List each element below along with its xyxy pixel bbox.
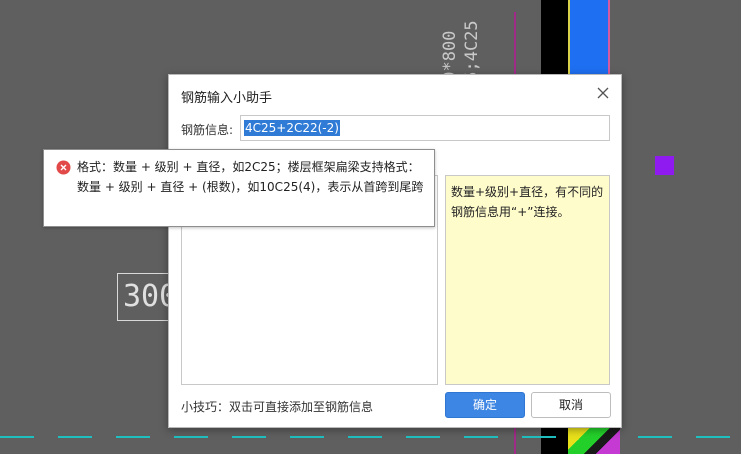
cancel-button[interactable]: 取消: [531, 392, 611, 418]
cad-dimension-box: 300: [117, 273, 171, 321]
close-icon[interactable]: [595, 85, 611, 101]
format-hint-text: 数量+级别+直径，有不同的钢筋信息用“+”连接。: [451, 185, 604, 219]
cad-purple-marker: [655, 156, 674, 175]
error-icon: [56, 160, 71, 175]
cad-hatch-corner: [568, 426, 620, 454]
rebar-input-dialog: 钢筋输入小助手 钢筋信息: 4C25+2C22(-2) 数量+级别+直径，有不同…: [168, 74, 622, 428]
ok-button[interactable]: 确定: [445, 392, 525, 418]
error-message: 格式：数量 + 级别 + 直径，如2C25；楼层框架扁梁支持格式：数量 + 级别…: [77, 160, 424, 194]
cad-dimension-text: 300: [123, 279, 170, 314]
cad-dashed-axis: [0, 436, 741, 438]
double-click-tip: 小技巧：双击可直接添加至钢筋信息: [181, 400, 374, 414]
format-error-tooltip: 格式：数量 + 级别 + 直径，如2C25；楼层框架扁梁支持格式：数量 + 级别…: [43, 134, 435, 227]
rebar-info-input[interactable]: 4C25+2C22(-2): [240, 115, 610, 141]
rebar-info-label: 钢筋信息:: [181, 123, 234, 137]
format-hint-panel: 数量+级别+直径，有不同的钢筋信息用“+”连接。: [445, 175, 610, 385]
rebar-info-value[interactable]: 4C25+2C22(-2): [244, 120, 340, 136]
cad-canvas[interactable]: 00*800 25;4C25 300 钢筋输入小助手 钢筋信息: 4C25+2C…: [0, 0, 741, 454]
error-icon-svg: [56, 160, 71, 175]
close-icon-svg: [597, 87, 609, 99]
dialog-title: 钢筋输入小助手: [181, 91, 273, 106]
